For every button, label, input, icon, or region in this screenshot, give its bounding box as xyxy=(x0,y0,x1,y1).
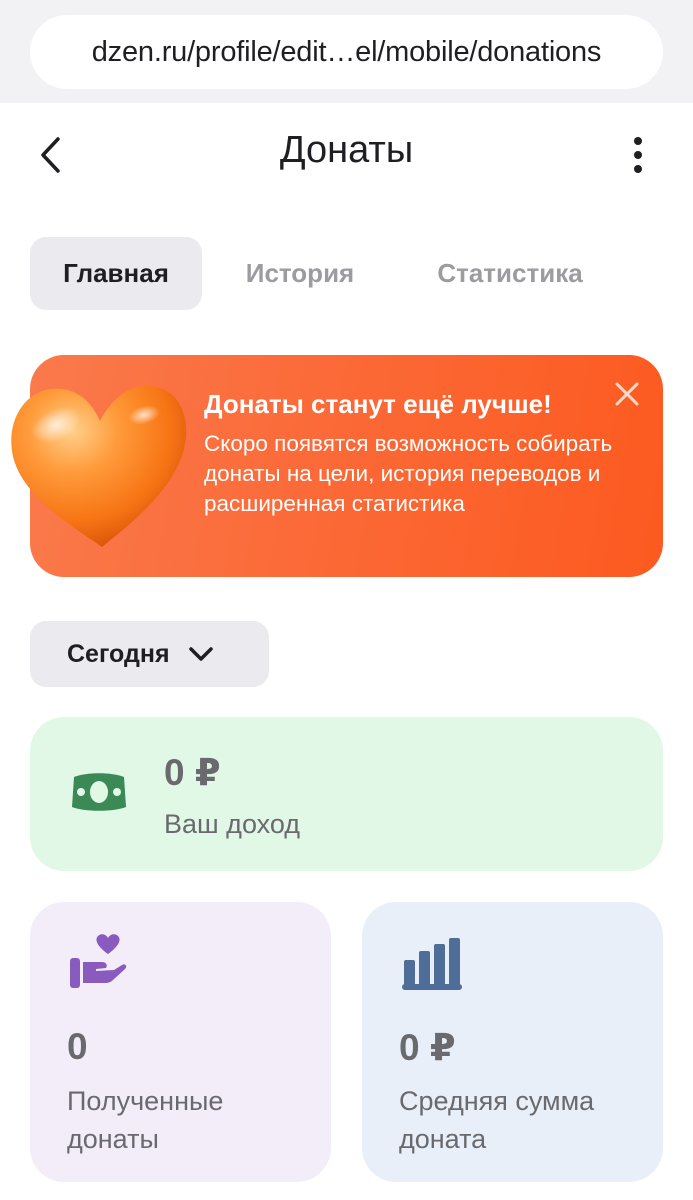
chevron-down-icon xyxy=(188,646,214,662)
income-label: Ваш доход xyxy=(164,809,301,839)
tab-statistics-label: Статистика xyxy=(437,258,583,288)
hand-heart-icon xyxy=(70,934,127,988)
tab-history[interactable]: История xyxy=(222,237,378,310)
page-title: Донаты xyxy=(279,129,414,171)
average-value: 0 ₽ xyxy=(399,1027,456,1068)
heart-icon xyxy=(11,385,187,547)
tab-main[interactable]: Главная xyxy=(30,237,202,310)
more-vertical-icon xyxy=(634,137,642,173)
close-icon xyxy=(615,382,639,406)
received-label: Полученные донаты xyxy=(67,1086,224,1154)
address-bar[interactable]: dzen.ru/profile/edit…el/mobile/donations xyxy=(30,15,663,89)
tab-history-label: История xyxy=(245,258,355,288)
banner-title: Донаты станут ещё лучше! xyxy=(204,389,552,419)
period-label: Сегодня xyxy=(67,639,170,668)
period-dropdown[interactable]: Сегодня xyxy=(30,621,269,687)
tab-main-label: Главная xyxy=(63,258,169,288)
received-value: 0 xyxy=(67,1026,88,1067)
more-options-button[interactable] xyxy=(620,133,656,177)
url-text: dzen.ru/profile/edit…el/mobile/donations xyxy=(91,35,602,68)
announcement-banner: Донаты станут ещё лучше! Скоро появятся … xyxy=(11,355,663,577)
banner-text: Скоро появятся возможность собирать дона… xyxy=(204,431,613,516)
received-donations-card: 0 Полученные донаты xyxy=(30,902,331,1182)
money-icon xyxy=(72,773,126,811)
income-card: 0 ₽ Ваш доход xyxy=(30,717,663,871)
banner-close-button[interactable] xyxy=(610,377,644,411)
average-donation-card: 0 ₽ Средняя сумма доната xyxy=(362,902,663,1182)
bar-chart-icon xyxy=(402,938,462,990)
browser-bar: dzen.ru/profile/edit…el/mobile/donations xyxy=(0,0,693,103)
income-amount: 0 ₽ xyxy=(164,752,221,793)
average-label: Средняя сумма доната xyxy=(399,1086,595,1154)
page-header: Донаты xyxy=(0,103,693,203)
tab-statistics[interactable]: Статистика xyxy=(410,237,610,310)
